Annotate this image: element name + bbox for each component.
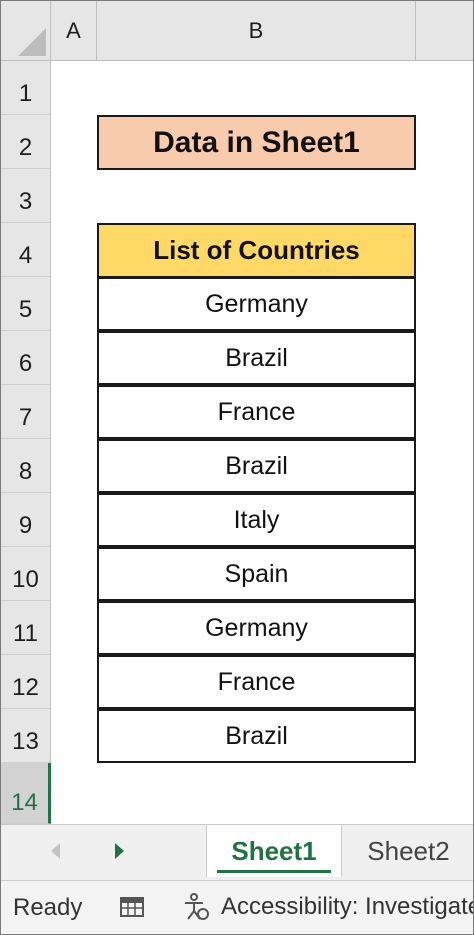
tab-sheet1[interactable]: Sheet1 — [206, 825, 342, 877]
status-bar: Ready Accessibility: Investigate — [1, 880, 473, 934]
row-header-14[interactable]: 14 — [1, 763, 51, 824]
country-cell[interactable]: Brazil — [97, 439, 416, 493]
country-cell[interactable]: Italy — [97, 493, 416, 547]
country-cell[interactable]: Spain — [97, 547, 416, 601]
tab-sheet2[interactable]: Sheet2 — [346, 825, 471, 877]
row-header-9[interactable]: 9 — [1, 493, 51, 547]
country-cell[interactable]: Germany — [97, 601, 416, 655]
row-header-5[interactable]: 5 — [1, 277, 51, 331]
country-cell[interactable]: Germany — [97, 277, 416, 331]
row-header-6[interactable]: 6 — [1, 331, 51, 385]
sheet-tab-bar: Sheet1 Sheet2 — [1, 824, 473, 880]
row-header-2[interactable]: 2 — [1, 115, 51, 169]
table-header-cell[interactable]: List of Countries — [97, 223, 416, 278]
row-header-11[interactable]: 11 — [1, 601, 51, 655]
cell-mode-icon[interactable] — [118, 892, 146, 920]
country-cell[interactable]: Brazil — [97, 709, 416, 763]
select-all-button[interactable] — [1, 1, 51, 61]
spreadsheet-window: A B 1 2 3 4 5 6 7 8 9 10 11 12 13 14 Dat… — [0, 0, 474, 935]
select-all-triangle-icon — [18, 28, 46, 56]
row-header-1[interactable]: 1 — [1, 61, 51, 115]
active-tab-underline — [217, 870, 331, 873]
scroll-tabs-left-icon[interactable] — [51, 843, 60, 859]
row-header-3[interactable]: 3 — [1, 169, 51, 223]
accessibility-status-text[interactable]: Accessibility: Investigate — [221, 893, 473, 921]
accessibility-icon[interactable] — [181, 892, 211, 922]
country-cell[interactable]: Brazil — [97, 331, 416, 385]
country-cell[interactable]: France — [97, 655, 416, 709]
scroll-tabs-right-icon[interactable] — [115, 843, 124, 859]
row-header-8[interactable]: 8 — [1, 439, 51, 493]
status-ready-text: Ready — [13, 894, 83, 921]
row-header-4[interactable]: 4 — [1, 223, 51, 277]
tab-sheet1-label: Sheet1 — [231, 835, 317, 866]
column-header-a[interactable]: A — [51, 1, 97, 61]
title-cell[interactable]: Data in Sheet1 — [97, 115, 416, 170]
row-header-12[interactable]: 12 — [1, 655, 51, 709]
column-header-b[interactable]: B — [97, 1, 416, 61]
row-header-13[interactable]: 13 — [1, 709, 51, 763]
country-cell[interactable]: France — [97, 385, 416, 439]
column-header-c[interactable] — [416, 1, 473, 61]
row-header-7[interactable]: 7 — [1, 385, 51, 439]
row-header-10[interactable]: 10 — [1, 547, 51, 601]
